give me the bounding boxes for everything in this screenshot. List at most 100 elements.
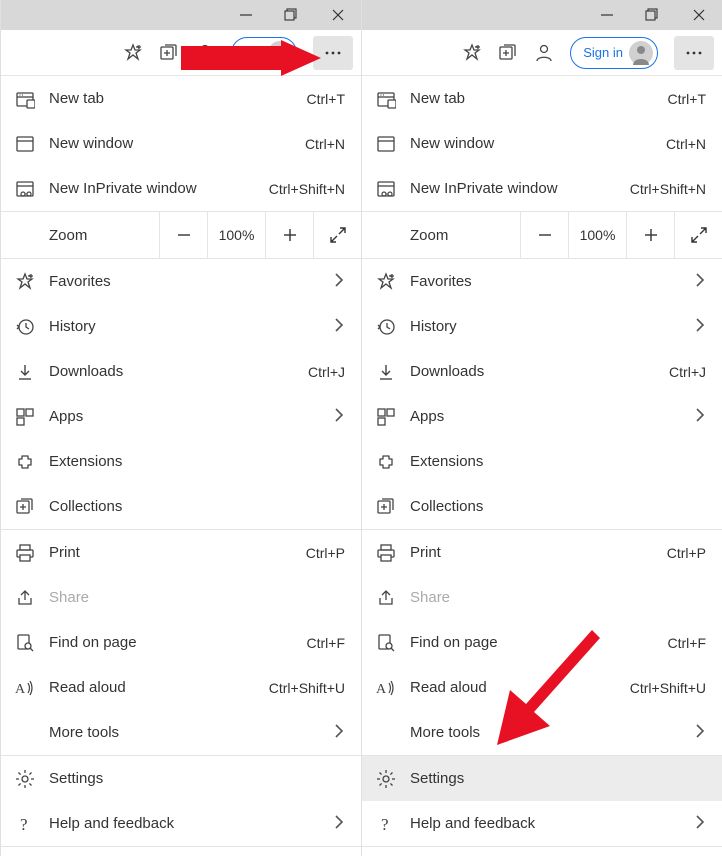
- menu-print[interactable]: Print Ctrl+P: [1, 530, 361, 575]
- window-icon: [376, 134, 396, 154]
- zoom-row: Zoom 100%: [362, 211, 722, 259]
- menu-downloads[interactable]: Downloads Ctrl+J: [1, 349, 361, 394]
- star-icon: [15, 272, 35, 292]
- menu-help[interactable]: Help and feedback: [1, 801, 361, 846]
- menu-more-tools[interactable]: More tools: [362, 710, 722, 755]
- zoom-row: Zoom 100%: [1, 211, 361, 259]
- profile-icon[interactable]: [195, 43, 215, 63]
- collections-icon: [376, 497, 396, 517]
- menu-new-window[interactable]: New window Ctrl+N: [362, 121, 722, 166]
- download-icon: [376, 362, 396, 382]
- zoom-value: 100%: [568, 211, 626, 259]
- maximize-button[interactable]: [630, 0, 676, 30]
- menu-new-inprivate[interactable]: New InPrivate window Ctrl+Shift+N: [1, 166, 361, 211]
- help-icon: [15, 814, 35, 834]
- chevron-right-icon: [690, 270, 706, 294]
- chevron-right-icon: [329, 315, 345, 339]
- menu: New tab Ctrl+T New window Ctrl+N New InP…: [1, 76, 361, 856]
- menu-read-aloud[interactable]: Read aloud Ctrl+Shift+U: [362, 665, 722, 710]
- menu-find[interactable]: Find on page Ctrl+F: [362, 620, 722, 665]
- favorites-icon[interactable]: [123, 43, 143, 63]
- chevron-right-icon: [329, 270, 345, 294]
- menu-favorites[interactable]: Favorites: [362, 259, 722, 304]
- new-tab-icon: [15, 89, 35, 109]
- apps-icon: [376, 407, 396, 427]
- menu-more-tools[interactable]: More tools: [1, 710, 361, 755]
- find-icon: [376, 633, 396, 653]
- menu-help[interactable]: Help and feedback: [362, 801, 722, 846]
- title-bar: [1, 0, 361, 30]
- fullscreen-button[interactable]: [674, 211, 722, 259]
- print-icon: [15, 543, 35, 563]
- menu-settings[interactable]: Settings: [1, 756, 361, 801]
- find-icon: [15, 633, 35, 653]
- favorites-icon[interactable]: [462, 43, 482, 63]
- menu-history[interactable]: History: [1, 304, 361, 349]
- share-icon: [376, 588, 396, 608]
- menu-new-window[interactable]: New window Ctrl+N: [1, 121, 361, 166]
- menu-downloads[interactable]: Downloads Ctrl+J: [362, 349, 722, 394]
- menu-favorites[interactable]: Favorites: [1, 259, 361, 304]
- share-icon: [15, 588, 35, 608]
- download-icon: [15, 362, 35, 382]
- menu-new-tab[interactable]: New tab Ctrl+T: [362, 76, 722, 121]
- avatar: [629, 41, 653, 65]
- gear-icon: [15, 769, 35, 789]
- menu-share: Share: [362, 575, 722, 620]
- collections-icon: [15, 497, 35, 517]
- minimize-button[interactable]: [223, 0, 269, 30]
- signin-label: Sign in: [583, 45, 623, 60]
- extensions-icon: [15, 452, 35, 472]
- maximize-button[interactable]: [269, 0, 315, 30]
- new-tab-icon: [376, 89, 396, 109]
- more-button[interactable]: [313, 36, 353, 70]
- menu-find[interactable]: Find on page Ctrl+F: [1, 620, 361, 665]
- toolbar: Sign in: [362, 30, 722, 76]
- zoom-out-button[interactable]: [159, 211, 207, 259]
- zoom-value: 100%: [207, 211, 265, 259]
- more-button[interactable]: [674, 36, 714, 70]
- menu-extensions[interactable]: Extensions: [362, 439, 722, 484]
- zoom-out-button[interactable]: [520, 211, 568, 259]
- chevron-right-icon: [690, 721, 706, 745]
- menu-collections[interactable]: Collections: [362, 484, 722, 529]
- zoom-label: Zoom: [362, 227, 520, 244]
- menu-settings[interactable]: Settings: [362, 756, 722, 801]
- fullscreen-button[interactable]: [313, 211, 361, 259]
- left-pane: New tab Ctrl+T New window Ctrl+N New InP…: [0, 0, 361, 856]
- title-bar: [362, 0, 722, 30]
- collections-icon[interactable]: [159, 43, 179, 63]
- menu-apps[interactable]: Apps: [362, 394, 722, 439]
- close-window-button[interactable]: [315, 0, 361, 30]
- signin-button[interactable]: [231, 37, 297, 69]
- chevron-right-icon: [690, 405, 706, 429]
- zoom-in-button[interactable]: [626, 211, 674, 259]
- menu-history[interactable]: History: [362, 304, 722, 349]
- star-icon: [376, 272, 396, 292]
- extensions-icon: [376, 452, 396, 472]
- menu-print[interactable]: Print Ctrl+P: [362, 530, 722, 575]
- read-aloud-icon: [376, 678, 396, 698]
- menu-read-aloud[interactable]: Read aloud Ctrl+Shift+U: [1, 665, 361, 710]
- menu-close-edge[interactable]: Close Microsoft Edge: [362, 847, 722, 856]
- menu-extensions[interactable]: Extensions: [1, 439, 361, 484]
- chevron-right-icon: [329, 812, 345, 836]
- read-aloud-icon: [15, 678, 35, 698]
- inprivate-icon: [376, 179, 396, 199]
- print-icon: [376, 543, 396, 563]
- collections-icon[interactable]: [498, 43, 518, 63]
- chevron-right-icon: [329, 405, 345, 429]
- signin-button[interactable]: Sign in: [570, 37, 658, 69]
- menu-new-inprivate[interactable]: New InPrivate window Ctrl+Shift+N: [362, 166, 722, 211]
- history-icon: [376, 317, 396, 337]
- minimize-button[interactable]: [584, 0, 630, 30]
- menu-new-tab[interactable]: New tab Ctrl+T: [1, 76, 361, 121]
- close-window-button[interactable]: [676, 0, 722, 30]
- menu-close-edge[interactable]: Close Microsoft Edge: [1, 847, 361, 856]
- inprivate-icon: [15, 179, 35, 199]
- profile-icon[interactable]: [534, 43, 554, 63]
- zoom-in-button[interactable]: [265, 211, 313, 259]
- menu-apps[interactable]: Apps: [1, 394, 361, 439]
- menu-collections[interactable]: Collections: [1, 484, 361, 529]
- apps-icon: [15, 407, 35, 427]
